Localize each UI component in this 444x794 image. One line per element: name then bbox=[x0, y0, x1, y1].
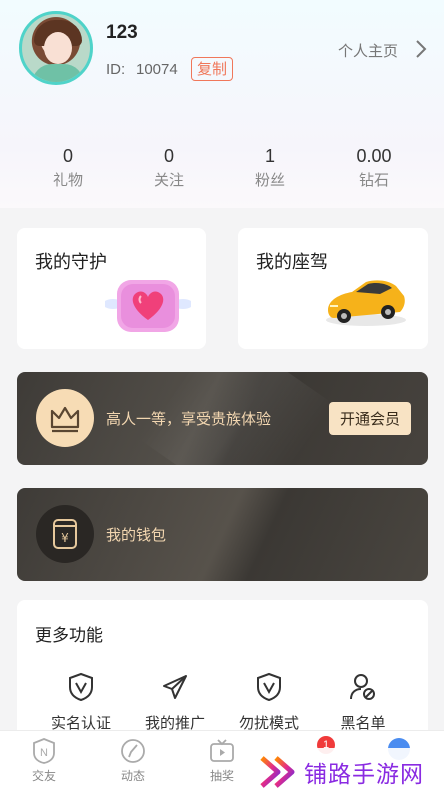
open-membership-button[interactable]: 开通会员 bbox=[329, 402, 411, 435]
feature-blacklist[interactable]: 黑名单 bbox=[318, 672, 408, 733]
my-guard-card[interactable]: 我的守护 bbox=[17, 228, 206, 349]
id-label: ID: bbox=[106, 61, 126, 78]
n-badge-icon: N bbox=[33, 738, 55, 764]
stat-gifts[interactable]: 0 礼物 bbox=[28, 145, 108, 190]
feature-do-not-disturb[interactable]: 勿扰模式 bbox=[224, 672, 314, 733]
vip-slogan: 高人一等，享受贵族体验 bbox=[106, 411, 272, 428]
tv-icon bbox=[210, 739, 234, 762]
svg-text:¥: ¥ bbox=[61, 531, 69, 545]
stat-following[interactable]: 0 关注 bbox=[129, 145, 209, 190]
svg-text:N: N bbox=[40, 747, 48, 759]
id-value: 10074 bbox=[136, 61, 178, 78]
my-car-card[interactable]: 我的座驾 bbox=[238, 228, 428, 349]
avatar[interactable] bbox=[19, 11, 93, 85]
tab-moments[interactable]: 动态 bbox=[103, 737, 163, 784]
stat-value: 0 bbox=[163, 146, 174, 166]
stat-label: 关注 bbox=[153, 172, 184, 189]
send-plane-icon bbox=[163, 675, 187, 699]
tab-label: 动态 bbox=[120, 769, 145, 783]
username: 123 bbox=[106, 22, 138, 43]
stat-label: 粉丝 bbox=[254, 172, 285, 189]
stat-label: 礼物 bbox=[52, 172, 83, 189]
more-features-title: 更多功能 bbox=[35, 626, 103, 645]
user-block-icon bbox=[350, 674, 375, 700]
wallet-icon: ¥ bbox=[36, 505, 94, 563]
tab-label: 交友 bbox=[31, 769, 56, 783]
tab-label: 抽奖 bbox=[209, 769, 234, 783]
watermark-logo-icon bbox=[260, 756, 295, 788]
vip-banner[interactable]: 高人一等，享受贵族体验 开通会员 bbox=[17, 372, 428, 465]
compass-icon bbox=[121, 739, 145, 763]
stat-value: 0 bbox=[62, 146, 73, 166]
verified-shield-icon bbox=[257, 672, 281, 702]
wallet-label: 我的钱包 bbox=[106, 527, 167, 544]
wallet-banner[interactable]: ¥ 我的钱包 bbox=[17, 488, 428, 581]
chevron-right-icon[interactable] bbox=[410, 38, 432, 60]
stat-diamonds[interactable]: 0.00 钻石 bbox=[334, 145, 414, 190]
stat-fans[interactable]: 1 粉丝 bbox=[230, 145, 310, 190]
feature-my-promotion[interactable]: 我的推广 bbox=[130, 672, 220, 733]
stat-value: 1 bbox=[264, 146, 275, 166]
my-car-title: 我的座驾 bbox=[256, 252, 328, 272]
sports-car-icon bbox=[326, 280, 406, 326]
watermark-text: 铺路手游网 bbox=[304, 761, 424, 787]
copy-id-button[interactable]: 复制 bbox=[191, 57, 234, 81]
more-features-panel: 更多功能 实名认证 我的推广 勿扰模式 黑名单 bbox=[17, 600, 428, 740]
heart-envelope-icon bbox=[105, 280, 191, 332]
tab-lottery[interactable]: 抽奖 bbox=[192, 737, 252, 784]
verified-shield-icon bbox=[69, 672, 93, 702]
tab-make-friends[interactable]: N 交友 bbox=[14, 737, 74, 784]
feature-real-name-verification[interactable]: 实名认证 bbox=[36, 672, 126, 733]
personal-homepage-link[interactable]: 个人主页 bbox=[338, 40, 398, 61]
stat-value: 0.00 bbox=[356, 146, 392, 166]
my-guard-title: 我的守护 bbox=[35, 252, 107, 272]
stat-label: 钻石 bbox=[358, 172, 389, 189]
crown-icon bbox=[36, 389, 94, 447]
